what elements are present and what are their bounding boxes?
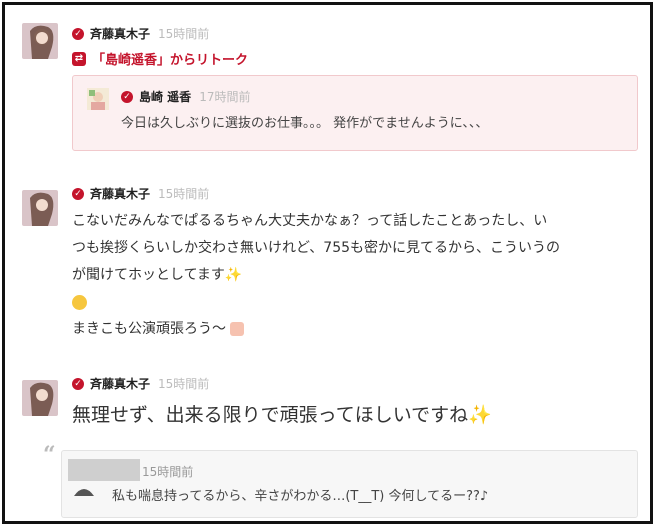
reply-box[interactable]: 15時間前 私も喘息持ってるから、辛さがわかる…(T__T) 今何してるー??♪	[61, 450, 638, 518]
retalk-header: ✓ 島崎 遥香 17時間前	[121, 88, 250, 105]
retalk-time: 17時間前	[199, 90, 251, 104]
post-body: こないだみんなでぱるるちゃん大丈夫かなぁ？って話したことあったし、い つも挨拶く…	[72, 208, 632, 343]
sparkle-icon: ✨	[224, 267, 243, 283]
reply-text: 私も喘息持ってるから、辛さがわかる…(T__T) 今何してるー??♪	[112, 489, 489, 504]
check-icon: ✓	[121, 90, 133, 103]
retalk-author-name[interactable]: 島崎 遥香	[139, 88, 191, 105]
smile-emoji-icon	[72, 294, 87, 310]
avatar[interactable]	[87, 88, 109, 110]
post-line-text: が聞けてホッとしてます	[72, 267, 225, 283]
reply-time: 15時間前	[142, 465, 194, 479]
avatar-silhouette	[72, 481, 96, 500]
avatar[interactable]	[68, 459, 140, 481]
sparkle-icon: ✨	[468, 404, 492, 426]
post-line-text: まきこも公演頑張ろう〜	[72, 321, 226, 337]
author-name[interactable]: 斉藤真木子	[90, 375, 150, 392]
post-header: ✓ 斉藤真木子 15時間前	[72, 25, 209, 42]
avatar[interactable]	[22, 380, 58, 416]
post-time: 15時間前	[158, 377, 210, 391]
post-header: ✓ 斉藤真木子 15時間前	[72, 375, 209, 392]
check-icon: ✓	[72, 377, 84, 390]
post-retalk: ✓ 斉藤真木子 15時間前 ⇄ 「島崎遥香」からリトーク ✓ 島崎 遥香 17時…	[17, 13, 640, 163]
post-time: 15時間前	[158, 27, 210, 41]
post-line: が聞けてホッとしてます✨	[72, 262, 632, 289]
post-header: ✓ 斉藤真木子 15時間前	[72, 185, 209, 202]
author-name[interactable]: 斉藤真木子	[90, 185, 150, 202]
retalk-label[interactable]: ⇄ 「島崎遥香」からリトーク	[72, 49, 248, 68]
timeline-frame: ✓ 斉藤真木子 15時間前 ⇄ 「島崎遥香」からリトーク ✓ 島崎 遥香 17時…	[2, 2, 653, 524]
author-name[interactable]: 斉藤真木子	[90, 25, 150, 42]
check-icon: ✓	[72, 27, 84, 40]
retalk-text: 今日は久しぶりに選抜のお仕事。。。 発作がでませんように、、、	[121, 116, 489, 131]
check-icon: ✓	[72, 187, 84, 200]
post-big-text: 無理せず、出来る限りで頑張ってほしいですね✨	[72, 400, 492, 427]
post-big-text-content: 無理せず、出来る限りで頑張ってほしいですね	[72, 404, 469, 426]
retalk-box[interactable]: ✓ 島崎 遥香 17時間前 今日は久しぶりに選抜のお仕事。。。 発作がでませんよ…	[72, 75, 638, 151]
retalk-label-text: 「島崎遥香」からリトーク	[92, 53, 249, 68]
post: ✓ 斉藤真木子 15時間前 こないだみんなでぱるるちゃん大丈夫かなぁ？って話した…	[17, 180, 640, 360]
quote-icon: “	[43, 442, 56, 468]
post-line: つも挨拶くらいしか交わさ無いけれど、755も密かに見てるから、こういうの	[72, 240, 561, 256]
post: ✓ 斉藤真木子 15時間前 無理せず、出来る限りで頑張ってほしいですね✨ “ 1…	[17, 370, 640, 520]
avatar[interactable]	[22, 23, 58, 59]
post-line: こないだみんなでぱるるちゃん大丈夫かなぁ？って話したことあったし、い	[72, 213, 548, 229]
retalk-icon: ⇄	[72, 51, 86, 66]
thumbs-up-icon	[230, 322, 245, 336]
post-line	[72, 289, 632, 316]
avatar[interactable]	[22, 190, 58, 226]
post-time: 15時間前	[158, 187, 210, 201]
post-line: まきこも公演頑張ろう〜	[72, 316, 632, 343]
